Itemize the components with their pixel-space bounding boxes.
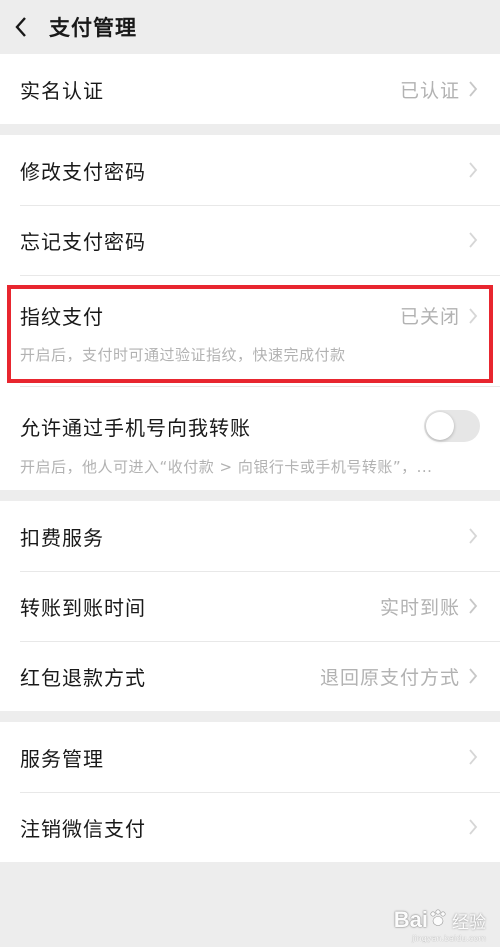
baidu-jingyan-watermark: Bai 经验 jingyan.baidu.com	[393, 907, 486, 943]
fingerprint-pay-description: 开启后，支付时可通过验证指纹，快速完成付款	[20, 346, 346, 364]
cancel-wechat-pay-row[interactable]: 注销微信支付	[0, 792, 500, 862]
nav-bar: 支付管理	[0, 0, 500, 54]
watermark-brand-cn: 经验	[452, 912, 486, 933]
group-security: 修改支付密码 忘记支付密码 指纹支付 已关闭 开启后，支付时可通过验证指纹，快速…	[0, 135, 500, 490]
chevron-right-icon	[468, 230, 480, 250]
page-title: 支付管理	[49, 16, 137, 40]
realname-status: 已认证	[399, 79, 460, 102]
realname-row[interactable]: 实名认证 已认证	[0, 54, 500, 124]
transfer-arrival-time-label: 转账到账时间	[20, 595, 146, 620]
phone-transfer-label: 允许通过手机号向我转账	[20, 415, 251, 440]
fingerprint-pay-row[interactable]: 指纹支付 已关闭 开启后，支付时可通过验证指纹，快速完成付款	[0, 275, 500, 386]
forgot-password-row[interactable]: 忘记支付密码	[0, 205, 500, 275]
chevron-right-icon	[468, 596, 480, 616]
fingerprint-pay-label: 指纹支付	[20, 305, 104, 329]
chevron-right-icon	[468, 666, 480, 686]
watermark-brand: Bai	[393, 907, 428, 932]
group-services: 扣费服务 转账到账时间 实时到账 红包退款方式 退回原支付方式	[0, 501, 500, 711]
chevron-right-icon	[468, 79, 480, 99]
red-packet-refund-label: 红包退款方式	[20, 665, 146, 690]
chevron-right-icon	[468, 817, 480, 837]
red-packet-refund-value: 退回原支付方式	[319, 666, 460, 689]
fingerprint-pay-status: 已关闭	[399, 306, 460, 328]
chevron-right-icon	[468, 306, 480, 326]
change-password-label: 修改支付密码	[20, 159, 146, 184]
service-management-label: 服务管理	[20, 746, 104, 771]
service-management-row[interactable]: 服务管理	[0, 722, 500, 792]
phone-transfer-toggle[interactable]	[424, 410, 480, 442]
realname-label: 实名认证	[20, 78, 104, 103]
chevron-right-icon	[468, 526, 480, 546]
phone-transfer-description: 开启后，他人可进入“收付款 > 向银行卡或手机号转账”，...	[20, 458, 433, 476]
change-password-row[interactable]: 修改支付密码	[0, 135, 500, 205]
group-identity: 实名认证 已认证	[0, 54, 500, 124]
transfer-arrival-time-value: 实时到账	[379, 596, 460, 619]
paw-icon	[428, 908, 448, 932]
group-account: 服务管理 注销微信支付	[0, 722, 500, 862]
transfer-arrival-time-row[interactable]: 转账到账时间 实时到账	[0, 571, 500, 641]
deduction-service-label: 扣费服务	[20, 525, 104, 550]
deduction-service-row[interactable]: 扣费服务	[0, 501, 500, 571]
forgot-password-label: 忘记支付密码	[20, 229, 146, 254]
chevron-right-icon	[468, 747, 480, 767]
watermark-url: jingyan.baidu.com	[412, 934, 486, 943]
phone-transfer-row: 允许通过手机号向我转账 开启后，他人可进入“收付款 > 向银行卡或手机号转账”，…	[0, 386, 500, 490]
cancel-wechat-pay-label: 注销微信支付	[20, 816, 146, 841]
toggle-knob	[426, 412, 454, 440]
back-arrow-icon[interactable]	[14, 16, 36, 38]
red-packet-refund-row[interactable]: 红包退款方式 退回原支付方式	[0, 641, 500, 711]
chevron-right-icon	[468, 160, 480, 180]
